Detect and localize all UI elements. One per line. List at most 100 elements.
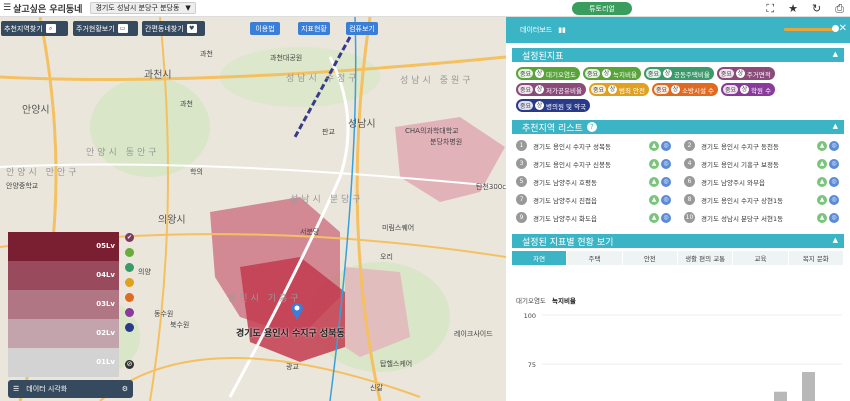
category-tabs: 자연 주택 안전 생활 편의 교통 교육 복지 문화 [512,251,844,265]
legend-dot-5[interactable] [125,293,134,302]
map-label-gwacheon-2: 과천 [180,100,193,108]
settings-header[interactable]: 설정된지표 ▲ [512,48,844,62]
locate-icon[interactable]: ◎ [829,158,839,169]
map-label-lakeside: 레이크사이드 [454,330,493,338]
recommendation-item[interactable]: 9 경기도 남양주시 화도읍 ▲ ◎ [516,210,684,225]
help-icon[interactable]: ? [586,122,597,132]
how-to-use-button[interactable]: 이용법 [250,22,280,35]
up-icon[interactable]: ▲ [817,140,827,151]
locate-icon[interactable]: ◎ [661,140,671,151]
close-icon[interactable]: ✕ [839,23,847,34]
tab-category[interactable]: 복지 문화 [788,251,844,265]
star-icon[interactable]: ★ [788,2,798,16]
map-label-ic-buksuwon: 북수원 [170,321,190,329]
app-title[interactable]: ☰ 살고싶은 우리동네 [3,2,82,15]
chip-rank: 상 [662,69,672,78]
recommendation-item[interactable]: 2 경기도 용인시 수지구 동천동 ▲ ◎ [684,138,850,153]
locate-icon[interactable]: ◎ [661,194,671,205]
tab-category[interactable]: 자연 [512,251,568,265]
up-icon[interactable]: ▲ [649,176,659,187]
y-tick-label: 75 [528,361,536,369]
map-pin-icon[interactable] [290,301,304,321]
recommendation-item[interactable]: 1 경기도 용인시 수지구 성복동 ▲ ◎ [516,138,684,153]
legend-dot-6[interactable] [125,308,134,317]
indicator-chip[interactable]: 중요 상 공동주택비율 [643,67,714,80]
chip-rank: 상 [535,101,545,110]
tutorial-button[interactable]: 튜토리얼 [572,2,632,15]
y-tick-label: 100 [524,312,536,320]
heart-icon: ♥ [186,24,197,33]
tab-category[interactable]: 교육 [733,251,789,265]
indicator-chip[interactable]: 중요 상 학원 수 [721,83,776,96]
recommendation-item[interactable]: 6 경기도 남양주시 와부읍 ▲ ◎ [684,174,850,189]
up-icon[interactable]: ▲ [649,158,659,169]
housing-status-button[interactable]: 주거현황보기 ▭ [73,21,138,36]
rank-number: 2 [684,140,695,151]
compare-view-button[interactable]: 컴퓨보기 [346,22,378,35]
recommendations-header[interactable]: 추천지역 리스트? ▲ [512,120,844,134]
legend-dot-7[interactable] [125,323,134,332]
data-visualization-button[interactable]: ☰ 데이터 시각화 ⚙ [8,380,133,398]
map-label-anyang: 안양시 [22,105,50,116]
chart-bar[interactable] [774,391,787,401]
indicator-status-button[interactable]: 지표현황 [298,22,330,35]
up-icon[interactable]: ▲ [649,140,659,151]
indicator-chip[interactable]: 중요 상 저가공유비율 [516,83,586,96]
legend-dot-2[interactable] [125,248,134,257]
chip-rank: 상 [671,85,681,94]
refresh-icon[interactable]: ↻ [812,2,821,16]
locate-icon[interactable]: ◎ [829,140,839,151]
legend-level-1: 01Lv [8,348,119,377]
recommendation-item[interactable]: 5 경기도 남양주시 호평동 ▲ ◎ [516,174,684,189]
up-icon[interactable]: ▲ [817,212,827,223]
chart-tab-green[interactable]: 녹지비율 [552,297,576,305]
fullscreen-icon[interactable]: ⛶ [766,2,774,16]
print-icon[interactable]: ⎙ [835,2,844,16]
tab-category[interactable]: 주택 [567,251,623,265]
legend-dot-1[interactable]: ✔ [125,233,134,242]
indicator-chip[interactable]: 중요 상 병의원 및 약국 [516,99,591,112]
reset-icon[interactable]: ⊘ [125,360,134,369]
indicator-chip[interactable]: 중요 상 소방시설 수 [651,83,718,96]
locate-icon[interactable]: ◎ [829,194,839,205]
map-label-sujeong: 성남시 수정구 [286,74,360,84]
recommendation-item[interactable]: 10 경기도 성남시 분당구 서현1동 ▲ ◎ [684,210,850,225]
recommendation-item[interactable]: 4 경기도 용인시 기흥구 보정동 ▲ ◎ [684,156,850,171]
up-icon[interactable]: ▲ [649,194,659,205]
panel-width-slider[interactable] [784,28,836,31]
chip-label: 병의원 및 약국 [546,102,587,111]
easy-search-button[interactable]: 간편동네찾기 ♥ [142,21,205,36]
region-select[interactable]: 경기도 성남시 분당구 분당동 ▼ [90,2,196,14]
tab-category[interactable]: 생활 편의 교통 [677,251,734,265]
recommend-area-button[interactable]: 추천지역찾기 ⌕ [1,21,68,36]
up-icon[interactable]: ▲ [817,176,827,187]
recommendation-item[interactable]: 8 경기도 용인시 수지구 상현1동 ▲ ◎ [684,192,850,207]
indicator-chip[interactable]: 중요 상 범죄 안전 [588,83,649,96]
map-label-mirim: 미림스퀘어 [382,224,415,232]
chip-level: 중요 [518,101,534,110]
recommendation-item[interactable]: 7 경기도 남양주시 진접읍 ▲ ◎ [516,192,684,207]
chip-rank: 상 [535,69,545,78]
chip-level: 중요 [723,85,739,94]
locate-icon[interactable]: ◎ [829,212,839,223]
locate-icon[interactable]: ◎ [661,158,671,169]
indicator-chip[interactable]: 중요 상 녹지비율 [582,67,641,80]
recommendation-item[interactable]: 3 경기도 용인시 수지구 신봉동 ▲ ◎ [516,156,684,171]
map-view[interactable]: 과천시 안양시 의왕시 성남시 성남시 수정구 성남시 중원구 성남시 분당구 … [0,17,506,401]
locate-icon[interactable]: ◎ [661,176,671,187]
locate-icon[interactable]: ◎ [829,176,839,187]
up-icon[interactable]: ▲ [649,212,659,223]
region-name: 경기도 용인시 수지구 동천동 [701,142,779,151]
map-label-ori: 오리 [380,253,393,261]
up-icon[interactable]: ▲ [817,158,827,169]
legend-dot-4[interactable] [125,278,134,287]
status-header[interactable]: 설정된 지표별 현황 보기 ▲ [512,234,844,248]
up-icon[interactable]: ▲ [817,194,827,205]
tab-category[interactable]: 안전 [622,251,678,265]
locate-icon[interactable]: ◎ [661,212,671,223]
chart-tab-air[interactable]: 대기오염도 [516,297,546,305]
indicator-chip[interactable]: 중요 상 대기오염도 [516,67,580,80]
indicator-chip[interactable]: 중요 상 주거면적 [716,67,775,80]
chart-bar[interactable] [802,372,815,401]
legend-dot-3[interactable] [125,263,134,272]
